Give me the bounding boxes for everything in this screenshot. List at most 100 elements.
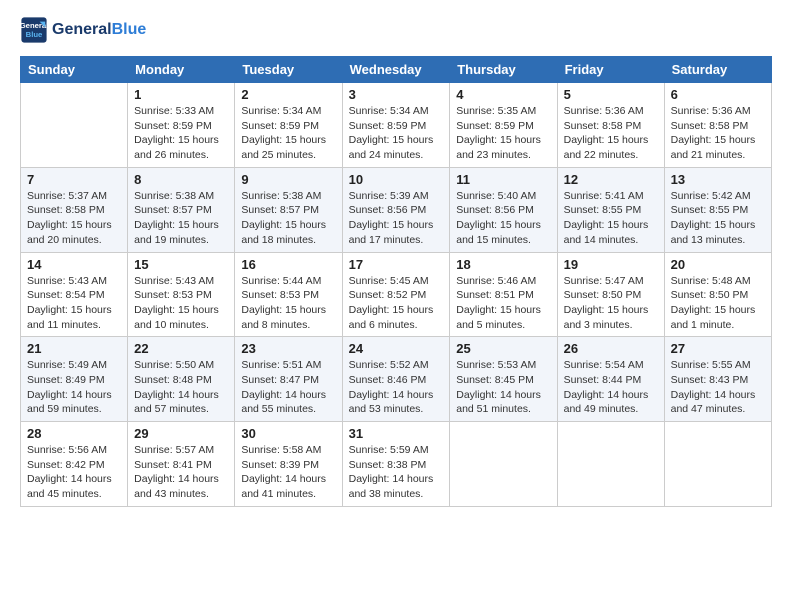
- calendar-cell: 19Sunrise: 5:47 AMSunset: 8:50 PMDayligh…: [557, 252, 664, 337]
- day-info: Sunrise: 5:55 AMSunset: 8:43 PMDaylight:…: [671, 358, 765, 417]
- calendar-week-row: 14 Sunrise: 5:43 AMSunset: 8:54 PMDayligh…: [21, 252, 772, 337]
- weekday-header: Wednesday: [342, 57, 450, 83]
- logo-text: GeneralBlue: [52, 20, 146, 39]
- day-number: 15: [134, 257, 228, 272]
- calendar-week-row: 1 Sunrise: 5:33 AMSunset: 8:59 PMDaylight…: [21, 83, 772, 168]
- day-info: Sunrise: 5:39 AMSunset: 8:56 PMDaylight:…: [349, 189, 444, 248]
- day-info: Sunrise: 5:37 AMSunset: 8:58 PMDaylight:…: [27, 189, 121, 248]
- day-info: Sunrise: 5:58 AMSunset: 8:39 PMDaylight:…: [241, 443, 335, 502]
- calendar-cell: [664, 422, 771, 507]
- day-number: 25: [456, 341, 550, 356]
- calendar-cell: 20 Sunrise: 5:48 AMSunset: 8:50 PMDayligh…: [664, 252, 771, 337]
- day-number: 29: [134, 426, 228, 441]
- day-number: 3: [349, 87, 444, 102]
- calendar-cell: [557, 422, 664, 507]
- day-number: 18: [456, 257, 550, 272]
- calendar-cell: 9 Sunrise: 5:38 AMSunset: 8:57 PMDaylight…: [235, 167, 342, 252]
- day-info: Sunrise: 5:38 AMSunset: 8:57 PMDaylight:…: [241, 189, 335, 248]
- day-number: 7: [27, 172, 121, 187]
- day-info: Sunrise: 5:42 AMSunset: 8:55 PMDaylight:…: [671, 189, 765, 248]
- calendar-cell: [21, 83, 128, 168]
- day-number: 14: [27, 257, 121, 272]
- calendar-week-row: 7 Sunrise: 5:37 AMSunset: 8:58 PMDaylight…: [21, 167, 772, 252]
- day-info: Sunrise: 5:43 AMSunset: 8:54 PMDaylight:…: [27, 274, 121, 333]
- day-number: 11: [456, 172, 550, 187]
- day-number: 30: [241, 426, 335, 441]
- calendar-week-row: 28 Sunrise: 5:56 AMSunset: 8:42 PMDayligh…: [21, 422, 772, 507]
- day-number: 22: [134, 341, 228, 356]
- day-info: Sunrise: 5:33 AMSunset: 8:59 PMDaylight:…: [134, 104, 228, 163]
- calendar-cell: 30 Sunrise: 5:58 AMSunset: 8:39 PMDayligh…: [235, 422, 342, 507]
- weekday-header: Tuesday: [235, 57, 342, 83]
- day-info: Sunrise: 5:45 AMSunset: 8:52 PMDaylight:…: [349, 274, 444, 333]
- day-info: Sunrise: 5:38 AMSunset: 8:57 PMDaylight:…: [134, 189, 228, 248]
- weekday-header: Saturday: [664, 57, 771, 83]
- calendar-table: SundayMondayTuesdayWednesdayThursdayFrid…: [20, 56, 772, 507]
- calendar-cell: 31Sunrise: 5:59 AMSunset: 8:38 PMDayligh…: [342, 422, 450, 507]
- day-info: Sunrise: 5:36 AMSunset: 8:58 PMDaylight:…: [671, 104, 765, 163]
- day-number: 16: [241, 257, 335, 272]
- day-info: Sunrise: 5:57 AMSunset: 8:41 PMDaylight:…: [134, 443, 228, 502]
- day-info: Sunrise: 5:47 AMSunset: 8:50 PMDaylight:…: [564, 274, 658, 333]
- day-number: 6: [671, 87, 765, 102]
- calendar-cell: 5Sunrise: 5:36 AMSunset: 8:58 PMDaylight…: [557, 83, 664, 168]
- day-number: 4: [456, 87, 550, 102]
- day-info: Sunrise: 5:36 AMSunset: 8:58 PMDaylight:…: [564, 104, 658, 163]
- day-number: 12: [564, 172, 658, 187]
- day-info: Sunrise: 5:53 AMSunset: 8:45 PMDaylight:…: [456, 358, 550, 417]
- day-info: Sunrise: 5:52 AMSunset: 8:46 PMDaylight:…: [349, 358, 444, 417]
- calendar-cell: 8 Sunrise: 5:38 AMSunset: 8:57 PMDaylight…: [128, 167, 235, 252]
- day-info: Sunrise: 5:41 AMSunset: 8:55 PMDaylight:…: [564, 189, 658, 248]
- calendar-cell: 3 Sunrise: 5:34 AMSunset: 8:59 PMDaylight…: [342, 83, 450, 168]
- calendar-cell: 16Sunrise: 5:44 AMSunset: 8:53 PMDayligh…: [235, 252, 342, 337]
- calendar-cell: 28 Sunrise: 5:56 AMSunset: 8:42 PMDayligh…: [21, 422, 128, 507]
- day-number: 27: [671, 341, 765, 356]
- day-info: Sunrise: 5:56 AMSunset: 8:42 PMDaylight:…: [27, 443, 121, 502]
- day-info: Sunrise: 5:34 AMSunset: 8:59 PMDaylight:…: [349, 104, 444, 163]
- calendar-cell: 11 Sunrise: 5:40 AMSunset: 8:56 PMDayligh…: [450, 167, 557, 252]
- logo-icon: General Blue: [20, 16, 48, 44]
- day-number: 26: [564, 341, 658, 356]
- calendar-cell: 14 Sunrise: 5:43 AMSunset: 8:54 PMDayligh…: [21, 252, 128, 337]
- weekday-header: Friday: [557, 57, 664, 83]
- day-info: Sunrise: 5:40 AMSunset: 8:56 PMDaylight:…: [456, 189, 550, 248]
- day-info: Sunrise: 5:51 AMSunset: 8:47 PMDaylight:…: [241, 358, 335, 417]
- calendar-cell: 10 Sunrise: 5:39 AMSunset: 8:56 PMDayligh…: [342, 167, 450, 252]
- day-info: Sunrise: 5:59 AMSunset: 8:38 PMDaylight:…: [349, 443, 444, 502]
- calendar-cell: 21Sunrise: 5:49 AMSunset: 8:49 PMDayligh…: [21, 337, 128, 422]
- weekday-header: Monday: [128, 57, 235, 83]
- weekday-header: Thursday: [450, 57, 557, 83]
- day-number: 20: [671, 257, 765, 272]
- day-number: 9: [241, 172, 335, 187]
- calendar-week-row: 21Sunrise: 5:49 AMSunset: 8:49 PMDayligh…: [21, 337, 772, 422]
- day-number: 1: [134, 87, 228, 102]
- day-number: 24: [349, 341, 444, 356]
- calendar-cell: 17Sunrise: 5:45 AMSunset: 8:52 PMDayligh…: [342, 252, 450, 337]
- day-info: Sunrise: 5:54 AMSunset: 8:44 PMDaylight:…: [564, 358, 658, 417]
- calendar-cell: 15Sunrise: 5:43 AMSunset: 8:53 PMDayligh…: [128, 252, 235, 337]
- calendar-cell: 22 Sunrise: 5:50 AMSunset: 8:48 PMDayligh…: [128, 337, 235, 422]
- day-number: 8: [134, 172, 228, 187]
- calendar-cell: 27 Sunrise: 5:55 AMSunset: 8:43 PMDayligh…: [664, 337, 771, 422]
- calendar-cell: 6 Sunrise: 5:36 AMSunset: 8:58 PMDaylight…: [664, 83, 771, 168]
- calendar-cell: 7 Sunrise: 5:37 AMSunset: 8:58 PMDaylight…: [21, 167, 128, 252]
- weekday-header: Sunday: [21, 57, 128, 83]
- calendar-cell: 13 Sunrise: 5:42 AMSunset: 8:55 PMDayligh…: [664, 167, 771, 252]
- day-info: Sunrise: 5:50 AMSunset: 8:48 PMDaylight:…: [134, 358, 228, 417]
- calendar-cell: 26 Sunrise: 5:54 AMSunset: 8:44 PMDayligh…: [557, 337, 664, 422]
- calendar-cell: 18Sunrise: 5:46 AMSunset: 8:51 PMDayligh…: [450, 252, 557, 337]
- calendar-cell: [450, 422, 557, 507]
- day-number: 13: [671, 172, 765, 187]
- page-header: General Blue GeneralBlue: [20, 16, 772, 44]
- day-number: 2: [241, 87, 335, 102]
- day-number: 10: [349, 172, 444, 187]
- calendar-cell: 12 Sunrise: 5:41 AMSunset: 8:55 PMDayligh…: [557, 167, 664, 252]
- calendar-cell: 4Sunrise: 5:35 AMSunset: 8:59 PMDaylight…: [450, 83, 557, 168]
- day-number: 28: [27, 426, 121, 441]
- day-info: Sunrise: 5:48 AMSunset: 8:50 PMDaylight:…: [671, 274, 765, 333]
- calendar-cell: 23Sunrise: 5:51 AMSunset: 8:47 PMDayligh…: [235, 337, 342, 422]
- day-number: 21: [27, 341, 121, 356]
- svg-text:Blue: Blue: [26, 30, 43, 39]
- calendar-cell: 24 Sunrise: 5:52 AMSunset: 8:46 PMDayligh…: [342, 337, 450, 422]
- calendar-header-row: SundayMondayTuesdayWednesdayThursdayFrid…: [21, 57, 772, 83]
